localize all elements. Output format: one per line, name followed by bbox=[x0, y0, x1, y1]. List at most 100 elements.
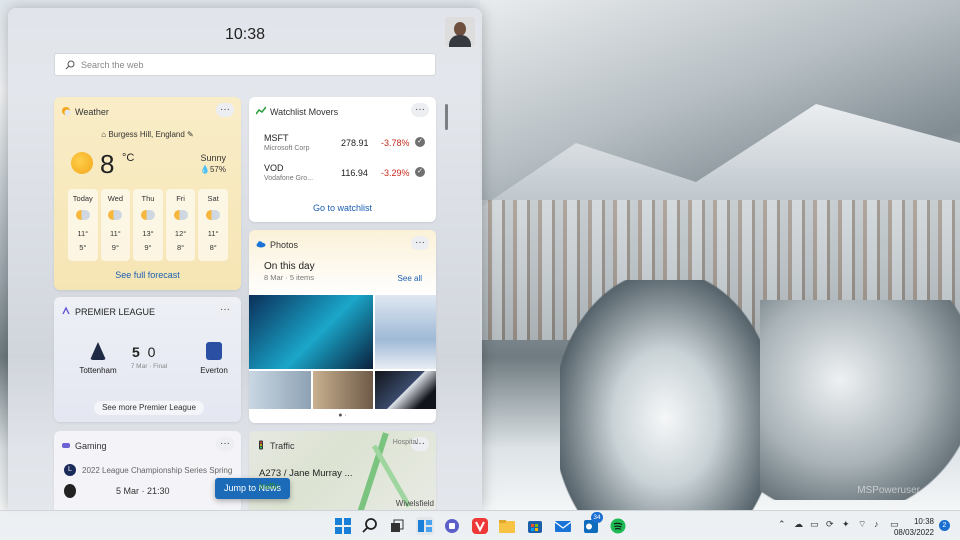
forecast-low: 8° bbox=[176, 243, 185, 252]
stock-change: -3.29% bbox=[381, 168, 410, 178]
weather-more-button[interactable]: ··· bbox=[216, 103, 234, 117]
see-more-premier-league-button[interactable]: See more Premier League bbox=[94, 401, 204, 415]
tottenham-crest-icon bbox=[90, 342, 106, 360]
gaming-event-name: 2022 League Championship Series Spring bbox=[82, 465, 233, 475]
panel-scrollbar[interactable] bbox=[445, 104, 448, 130]
wallpaper-snow-tree bbox=[560, 280, 770, 510]
system-tray: ⌃ ☁ ▭ ⟳ ✦ ⌔ ♪ ▭ bbox=[778, 519, 900, 529]
search-box[interactable]: Search the web bbox=[54, 53, 436, 76]
photo-thumbnail[interactable] bbox=[313, 371, 373, 409]
sync-icon[interactable]: ⟳ bbox=[826, 519, 836, 529]
avatar-body bbox=[449, 35, 471, 47]
wallpaper-forest bbox=[760, 300, 960, 500]
forecast-high: 11° bbox=[77, 229, 89, 238]
onedrive-icon[interactable]: ☁ bbox=[794, 519, 804, 529]
home-team[interactable]: Tottenham bbox=[68, 342, 128, 375]
forecast-day[interactable]: Sat 11° 8° bbox=[198, 189, 228, 261]
taskbar-clock[interactable]: 10:38 08/03/2022 bbox=[894, 516, 934, 538]
edit-pencil-icon[interactable]: ✎ bbox=[187, 130, 194, 139]
traffic-title: Traffic bbox=[270, 441, 295, 451]
stocks-icon[interactable]: ▭ bbox=[810, 519, 820, 529]
see-full-forecast-link[interactable]: See full forecast bbox=[54, 270, 241, 280]
weather-unit: °C bbox=[122, 152, 135, 164]
stock-company: Vodafone Gro... bbox=[264, 175, 314, 182]
search-taskbar-icon[interactable] bbox=[361, 517, 379, 535]
gaming-date-time: 5 Mar · 21:30 bbox=[116, 486, 170, 496]
forecast-day[interactable]: Fri 12° 8° bbox=[165, 189, 196, 261]
search-icon bbox=[65, 60, 75, 69]
widgets-icon[interactable] bbox=[416, 517, 434, 535]
check-icon[interactable]: ✓ bbox=[415, 167, 425, 177]
photo-thumbnail[interactable] bbox=[249, 295, 373, 369]
vivaldi-icon[interactable] bbox=[471, 517, 489, 535]
task-view-icon[interactable] bbox=[388, 517, 406, 535]
photos-title: Photos bbox=[270, 240, 299, 250]
team-logo-icon bbox=[64, 484, 76, 498]
search-input[interactable]: Search the web bbox=[81, 60, 144, 70]
weather-location-text: Burgess Hill, England bbox=[108, 130, 185, 139]
photo-thumbnail[interactable] bbox=[249, 371, 311, 409]
lcs-badge-icon: L bbox=[64, 464, 76, 476]
see-all-link[interactable]: See all bbox=[398, 274, 422, 283]
map-place-label: Hospital bbox=[392, 439, 418, 446]
traffic-route: A273 / Jane Murray ... bbox=[259, 468, 353, 479]
watchlist-card[interactable]: Watchlist Movers ··· MSFT Microsoft Corp… bbox=[249, 97, 436, 222]
photos-card[interactable]: Photos ··· On this day 8 Mar · 5 items S… bbox=[249, 230, 436, 423]
stock-row[interactable]: VOD Vodafone Gro... 116.94 -3.29% ✓ bbox=[264, 163, 425, 189]
stock-symbol: MSFT bbox=[264, 133, 289, 143]
photo-thumbnail[interactable] bbox=[375, 371, 436, 409]
check-icon[interactable]: ✓ bbox=[415, 137, 425, 147]
weather-card[interactable]: Weather ··· ⌂ Burgess Hill, England ✎ 8 … bbox=[54, 97, 241, 290]
file-explorer-icon[interactable] bbox=[498, 517, 516, 535]
forecast-day-name: Wed bbox=[107, 194, 124, 203]
go-to-watchlist-link[interactable]: Go to watchlist bbox=[249, 203, 436, 213]
store-icon[interactable] bbox=[526, 517, 544, 535]
traffic-light-icon bbox=[259, 440, 263, 450]
app-tray-icon[interactable]: ✦ bbox=[842, 519, 852, 529]
stock-row[interactable]: MSFT Microsoft Corp 278.91 -3.78% ✓ bbox=[264, 133, 425, 159]
taskbar: 34 ⌃ ☁ ▭ ⟳ ✦ ⌔ ♪ ▭ 10:38 08/03/2022 2 bbox=[0, 510, 960, 540]
photo-grid bbox=[249, 295, 436, 409]
everton-crest-icon bbox=[206, 342, 222, 360]
start-icon[interactable] bbox=[334, 517, 352, 535]
photo-pager-dots[interactable]: ● · bbox=[249, 412, 436, 419]
weather-forecast-days: Today 11° 5° Wed 11° 9° Thu 13° 9° Fri 12° 8° Sa… bbox=[68, 189, 228, 261]
watchlist-more-button[interactable]: ··· bbox=[411, 103, 429, 117]
stock-chart-icon bbox=[256, 106, 266, 115]
home-icon: ⌂ bbox=[101, 130, 107, 139]
forecast-high: 13° bbox=[142, 229, 154, 238]
photo-thumbnail[interactable] bbox=[375, 295, 436, 369]
gaming-event[interactable]: L 2022 League Championship Series Spring bbox=[64, 464, 232, 476]
mail-icon[interactable] bbox=[554, 517, 572, 535]
outlook-icon[interactable]: 34 bbox=[582, 512, 603, 535]
premier-league-more-button[interactable]: ··· bbox=[216, 303, 234, 317]
teams-chat-icon[interactable] bbox=[443, 517, 461, 535]
spotify-icon[interactable] bbox=[609, 517, 627, 535]
forecast-day[interactable]: Wed 11° 9° bbox=[100, 189, 131, 261]
gaming-card[interactable]: Gaming ··· L 2022 League Championship Se… bbox=[54, 431, 241, 510]
forecast-high: 11° bbox=[109, 229, 121, 238]
weather-title: Weather bbox=[75, 107, 109, 117]
weather-location[interactable]: ⌂ Burgess Hill, England ✎ bbox=[54, 130, 241, 139]
gaming-match[interactable]: 5 Mar · 21:30 bbox=[64, 484, 170, 498]
forecast-low: 8° bbox=[209, 243, 217, 252]
onedrive-cloud-icon bbox=[256, 241, 266, 248]
notification-badge[interactable]: 2 bbox=[939, 520, 950, 531]
sunny-icon bbox=[71, 152, 93, 174]
forecast-day[interactable]: Today 11° 5° bbox=[68, 189, 98, 261]
user-avatar[interactable] bbox=[445, 17, 475, 47]
gamepad-icon bbox=[62, 443, 70, 448]
showers-icon bbox=[173, 210, 188, 220]
wifi-icon[interactable]: ⌔ bbox=[858, 519, 868, 529]
forecast-day-name: Today bbox=[72, 194, 93, 203]
photos-more-button[interactable]: ··· bbox=[411, 236, 429, 250]
weather-temperature: 8 bbox=[100, 149, 115, 179]
taskbar-time: 10:38 bbox=[913, 517, 934, 526]
volume-icon[interactable]: ♪ bbox=[874, 519, 884, 529]
premier-league-card[interactable]: PREMIER LEAGUE ··· Tottenham 5 0 7 Mar ·… bbox=[54, 297, 241, 422]
taskbar-date: 08/03/2022 bbox=[893, 528, 934, 537]
forecast-day[interactable]: Thu 13° 9° bbox=[133, 189, 163, 261]
chevron-up-icon[interactable]: ⌃ bbox=[778, 519, 788, 529]
away-team[interactable]: Everton bbox=[184, 342, 241, 375]
gaming-more-button[interactable]: ··· bbox=[216, 437, 234, 451]
